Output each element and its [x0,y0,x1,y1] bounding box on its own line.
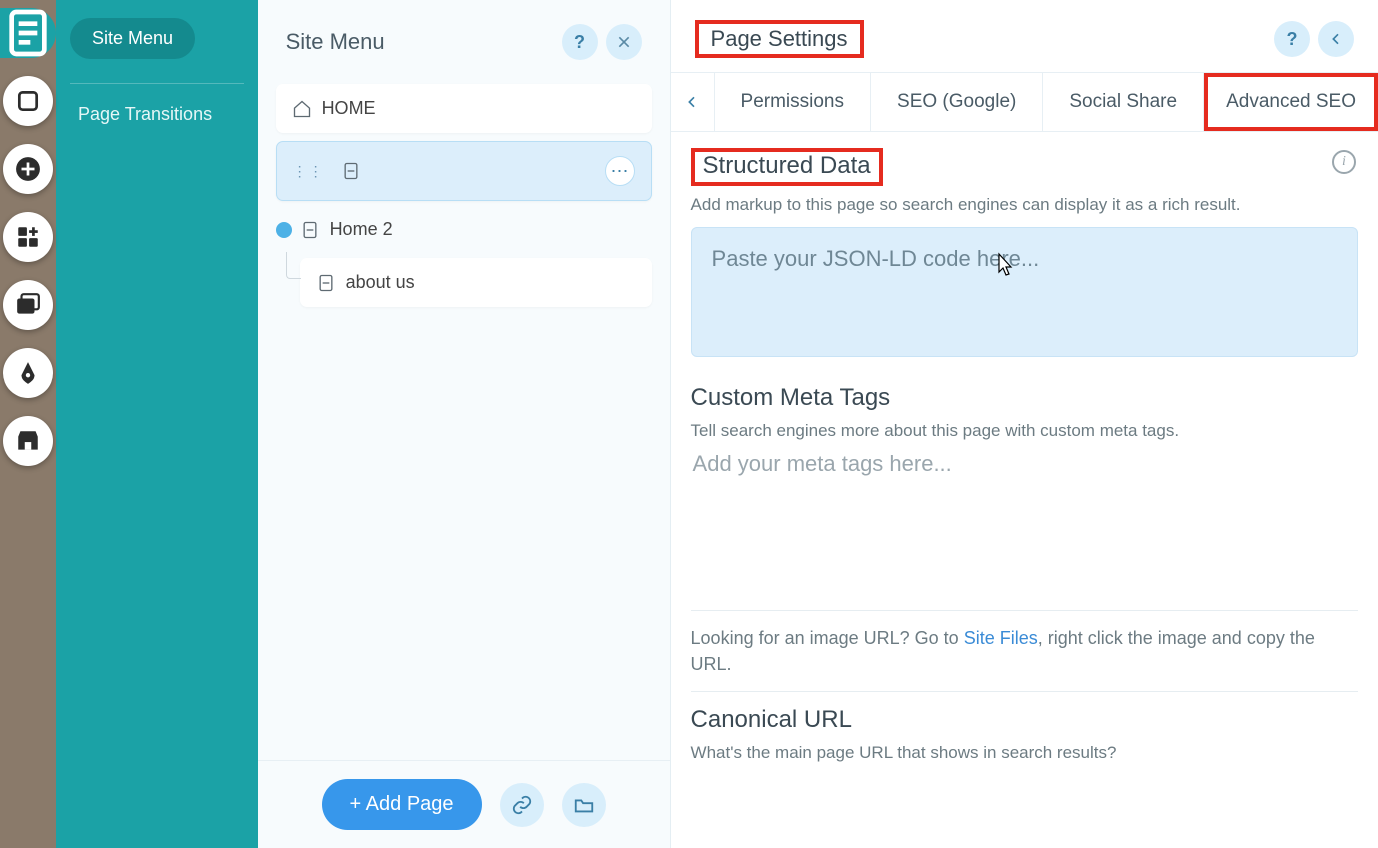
tab-seo-google[interactable]: SEO (Google) [871,73,1043,131]
collapse-toggle-icon[interactable] [276,222,292,238]
section-custom-meta: Custom Meta Tags Tell search engines mor… [691,384,1358,588]
site-menu-panel: Site Menu ? HOME ⋮⋮ [258,0,671,848]
folder-icon [573,794,595,816]
canonical-title: Canonical URL [691,706,1358,734]
store-icon [15,428,41,454]
json-ld-textarea[interactable] [691,227,1358,357]
settings-title: Page Settings [711,26,848,52]
page-row-home2[interactable]: Home 2 [276,209,652,250]
help-button[interactable]: ? [562,24,598,60]
image-url-hint: Looking for an image URL? Go to Site Fil… [691,625,1358,677]
pen-icon [15,360,41,386]
site-menu-header: Site Menu ? [258,0,670,76]
page-row-selected[interactable]: ⋮⋮ ⋯ [276,141,652,201]
settings-tabs: Permissions SEO (Google) Social Share Ad… [671,72,1378,132]
structured-data-title-highlight: Structured Data [691,148,883,186]
link-button[interactable] [500,783,544,827]
section-canonical: Canonical URL What's the main page URL t… [691,706,1358,765]
page-label: about us [346,272,415,293]
tab-permissions[interactable]: Permissions [715,73,871,131]
rail-media-button[interactable] [3,280,53,330]
rail-background-button[interactable] [3,76,53,126]
rail-apps-button[interactable] [3,212,53,262]
rail-add-button[interactable] [3,144,53,194]
teal-sidebar: Site Menu Page Transitions [56,0,258,848]
site-menu-title: Site Menu [286,29,554,55]
chevron-left-icon [684,94,700,110]
canonical-desc: What's the main page URL that shows in s… [691,742,1358,765]
home-icon [292,99,312,119]
close-icon [616,34,632,50]
settings-help-button[interactable]: ? [1274,21,1310,57]
divider [691,691,1358,692]
rail-pen-button[interactable] [3,348,53,398]
page-icon [341,161,361,181]
page-row-about[interactable]: about us [300,258,652,307]
site-menu-footer: + Add Page [258,760,670,848]
structured-data-desc: Add markup to this page so search engine… [691,194,1358,217]
add-page-button[interactable]: + Add Page [322,779,482,830]
page-settings-panel: Page Settings ? Permissions SEO (Google)… [671,0,1378,848]
hint-pre: Looking for an image URL? Go to [691,628,964,648]
plus-icon [15,156,41,182]
tab-social-share[interactable]: Social Share [1043,73,1204,131]
page-row-home[interactable]: HOME [276,84,652,133]
square-icon [15,88,41,114]
close-button[interactable] [606,24,642,60]
page-label: HOME [322,98,376,119]
pages-icon [0,5,56,61]
info-icon[interactable]: i [1332,150,1356,174]
sidebar-site-menu-pill[interactable]: Site Menu [70,18,195,59]
left-icon-rail [0,0,56,848]
page-more-button[interactable]: ⋯ [605,156,635,186]
rail-active-chip[interactable] [0,8,56,58]
site-files-link[interactable]: Site Files [964,628,1038,648]
structured-data-title: Structured Data [703,152,871,179]
divider [691,610,1358,611]
divider [70,83,244,84]
custom-meta-desc: Tell search engines more about this page… [691,420,1358,443]
tabs-back-button[interactable] [671,73,715,131]
settings-header: Page Settings ? [671,0,1378,72]
link-icon [511,794,533,816]
section-structured-data: Structured Data Add markup to this page … [691,148,1358,362]
settings-back-circ-button[interactable] [1318,21,1354,57]
meta-tags-textarea[interactable] [691,443,1358,583]
settings-title-highlight: Page Settings [695,20,864,58]
page-label: Home 2 [330,219,393,240]
settings-body: i Structured Data Add markup to this pag… [671,132,1378,848]
media-icon [15,292,41,318]
tab-advanced-seo[interactable]: Advanced SEO [1204,73,1378,131]
chevron-left-icon [1328,31,1344,47]
rail-bookings-button[interactable] [3,416,53,466]
drag-handle-icon[interactable]: ⋮⋮ [293,163,325,180]
grid-plus-icon [15,224,41,250]
sidebar-page-transitions[interactable]: Page Transitions [70,98,244,131]
custom-meta-title: Custom Meta Tags [691,384,1358,412]
page-tree: HOME ⋮⋮ ⋯ Home 2 [258,76,670,760]
page-icon [300,220,320,240]
folder-button[interactable] [562,783,606,827]
page-icon [316,273,336,293]
